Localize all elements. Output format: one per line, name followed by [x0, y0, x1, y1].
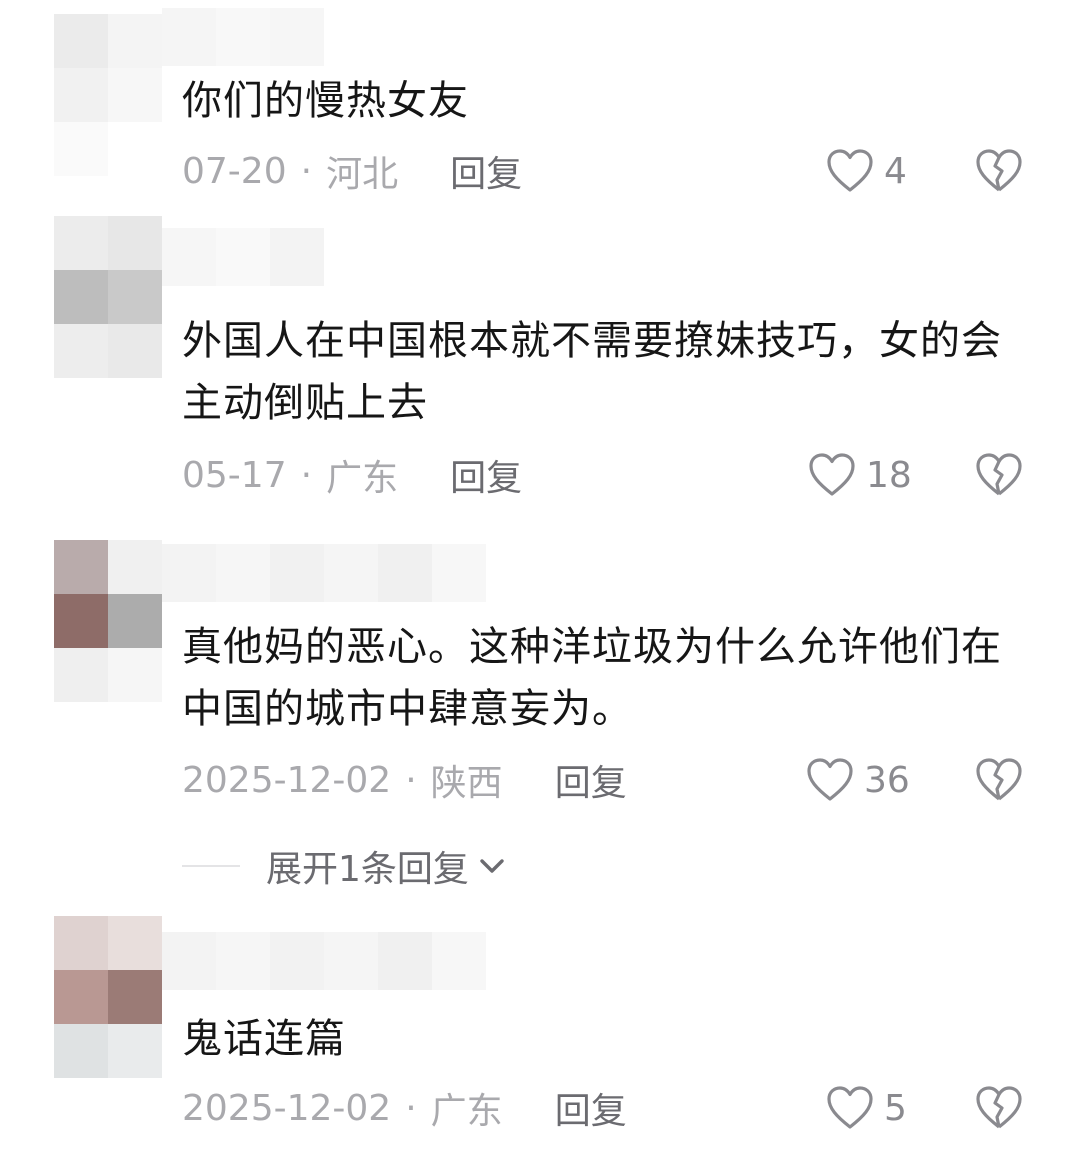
chevron-down-icon — [480, 859, 504, 873]
comment-text: 鬼话连篇 — [182, 1016, 346, 1062]
dislike-button[interactable] — [974, 447, 1024, 503]
broken-heart-icon — [976, 149, 1022, 192]
separator-dot: · — [300, 150, 313, 192]
comment-date: 2025-12-02 — [182, 759, 392, 801]
heart-outline-icon — [807, 758, 853, 801]
dislike-button[interactable] — [974, 752, 1024, 808]
comment-meta: 2025-12-02 · 陕西 回复 — [182, 752, 627, 808]
reply-button[interactable]: 回复 — [450, 145, 522, 197]
separator-dot: · — [300, 454, 313, 496]
comment-location: 河北 — [326, 154, 399, 195]
comment-date: 2025-12-02 — [182, 1087, 392, 1129]
username[interactable] — [162, 8, 324, 66]
comment-meta: 05-17 · 广东 回复 — [182, 447, 522, 503]
separator-dot: · — [405, 1087, 417, 1129]
avatar[interactable] — [54, 540, 162, 704]
broken-heart-icon — [976, 453, 1022, 496]
like-count: 36 — [864, 759, 910, 801]
heart-outline-icon — [809, 453, 855, 496]
reply-button[interactable]: 回复 — [450, 449, 522, 501]
like-count: 5 — [884, 1087, 907, 1129]
divider-line — [182, 865, 240, 867]
username[interactable] — [162, 228, 324, 286]
like-button[interactable]: 5 — [826, 1080, 907, 1136]
dislike-button[interactable] — [974, 1080, 1024, 1136]
comment-location: 广东 — [326, 458, 399, 499]
comment-date: 05-17 — [182, 454, 287, 496]
reply-button[interactable]: 回复 — [555, 754, 627, 806]
comment-meta: 07-20 · 河北 回复 — [182, 143, 522, 199]
username[interactable] — [162, 932, 486, 990]
like-count: 4 — [884, 150, 907, 192]
comment-location: 广东 — [430, 1091, 503, 1132]
comment-date: 07-20 — [182, 150, 287, 192]
like-button[interactable]: 36 — [806, 752, 910, 808]
comment-item: 外国人在中国根本就不需要撩妹技巧，女的会主动倒贴上去 05-17 · 广东 回复… — [0, 210, 1080, 530]
avatar[interactable] — [54, 216, 162, 380]
reply-button[interactable]: 回复 — [555, 1082, 627, 1134]
dislike-button[interactable] — [974, 143, 1024, 199]
like-count: 18 — [866, 454, 912, 496]
like-button[interactable]: 4 — [826, 143, 907, 199]
heart-outline-icon — [827, 149, 873, 192]
comment-item: 你们的慢热女友 07-20 · 河北 回复 4 — [0, 0, 1080, 210]
username[interactable] — [162, 544, 486, 602]
like-button[interactable]: 18 — [808, 447, 912, 503]
comment-text: 真他妈的恶心。这种洋垃圾为什么允许他们在中国的城市中肆意妄为。 — [182, 624, 1002, 732]
comment-location: 陕西 — [430, 763, 503, 804]
avatar[interactable] — [54, 14, 162, 178]
comment-text: 外国人在中国根本就不需要撩妹技巧，女的会主动倒贴上去 — [182, 318, 1002, 426]
comment-meta: 2025-12-02 · 广东 回复 — [182, 1080, 627, 1136]
separator-dot: · — [405, 759, 417, 801]
broken-heart-icon — [976, 1086, 1022, 1129]
comment-text: 你们的慢热女友 — [182, 78, 469, 124]
expand-replies-label: 展开1条回复 — [266, 849, 469, 890]
comment-item: 鬼话连篇 2025-12-02 · 广东 回复 5 — [0, 910, 1080, 1152]
comment-item: 真他妈的恶心。这种洋垃圾为什么允许他们在中国的城市中肆意妄为。 2025-12-… — [0, 530, 1080, 910]
expand-replies-button[interactable]: 展开1条回复 — [182, 838, 507, 894]
broken-heart-icon — [976, 758, 1022, 801]
heart-outline-icon — [827, 1086, 873, 1129]
avatar[interactable] — [54, 916, 162, 1080]
